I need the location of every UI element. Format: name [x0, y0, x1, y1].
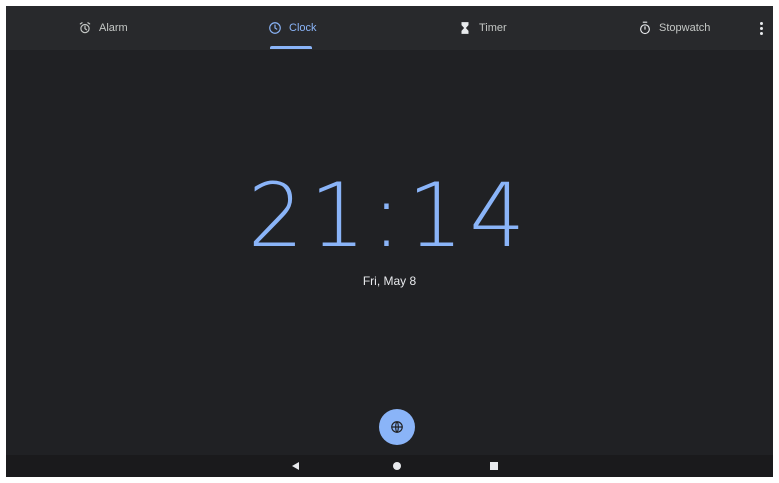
tab-stopwatch-label: Stopwatch: [659, 22, 711, 34]
stopwatch-icon: [640, 21, 650, 35]
recents-icon[interactable]: [490, 462, 498, 470]
tab-timer-label: Timer: [479, 22, 507, 34]
clock-date: Fri, May 8: [362, 274, 417, 288]
tab-alarm[interactable]: Alarm: [78, 6, 128, 50]
tab-stopwatch[interactable]: Stopwatch: [638, 6, 710, 50]
tab-clock[interactable]: Clock: [268, 6, 317, 50]
back-icon[interactable]: [292, 462, 299, 470]
tab-alarm-label: Alarm: [99, 22, 128, 34]
more-options-icon[interactable]: [754, 18, 768, 38]
globe-icon: [391, 421, 403, 433]
tab-bar: Alarm Clock Timer Stopwatch: [6, 6, 773, 50]
tab-clock-label: Clock: [289, 22, 317, 34]
system-navigation-bar: [6, 455, 773, 477]
clock-app-screen: Alarm Clock Timer Stopwatch 21:14 Fri, M…: [6, 6, 773, 477]
home-icon[interactable]: [393, 462, 401, 470]
clock-icon: [269, 22, 281, 34]
add-city-button[interactable]: [379, 409, 415, 445]
hourglass-icon: [461, 22, 469, 34]
tab-timer[interactable]: Timer: [458, 6, 507, 50]
alarm-icon: [79, 22, 91, 34]
clock-time: 21:14: [247, 164, 532, 267]
active-tab-indicator: [270, 46, 312, 49]
